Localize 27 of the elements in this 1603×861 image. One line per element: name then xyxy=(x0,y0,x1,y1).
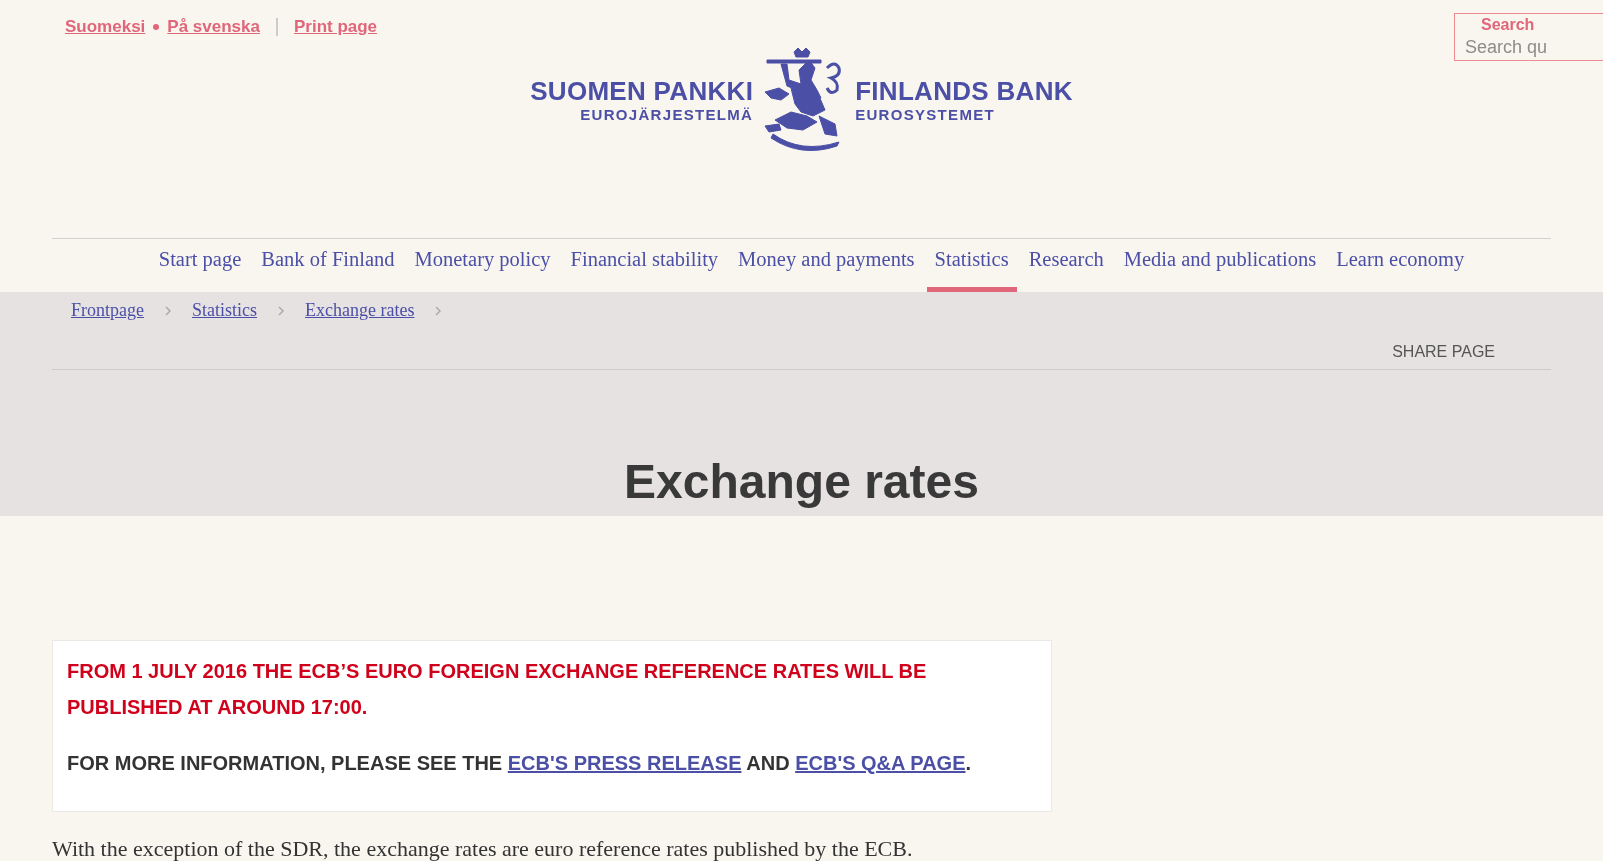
breadcrumb-link[interactable]: Frontpage xyxy=(71,300,144,321)
logo-text: SUOMEN PANKKI xyxy=(530,76,754,106)
logo-subtitle: EUROJÄRJESTELMÄ xyxy=(580,106,754,124)
chevron-right-icon xyxy=(277,305,285,316)
nav-tab[interactable]: Money and payments xyxy=(730,239,923,292)
logo-text: FINLANDS BANK xyxy=(855,76,1073,106)
search-label: Search xyxy=(1481,16,1535,34)
nav-tab[interactable]: Monetary policy xyxy=(406,239,559,292)
notice-text: FOR MORE INFORMATION, PLEASE SEE THE ECB'S PRESS RELEASE AND ECB'S Q&A PAGE. xyxy=(67,751,973,776)
share-page-link[interactable]: SHARE PAGE xyxy=(1392,343,1495,361)
bullet-separator-icon xyxy=(153,24,160,30)
chevron-right-icon xyxy=(164,305,172,316)
logo-subtitle: EUROSYSTEMET xyxy=(855,106,995,124)
nav-tab[interactable]: Bank of Finland xyxy=(253,239,403,292)
chevron-right-icon xyxy=(434,305,443,316)
intro-paragraph: With the exception of the SDR, the exchange rates are euro reference rates published by the ECB. xyxy=(52,836,914,861)
nav-tab[interactable]: Start page xyxy=(150,239,250,292)
nav-tab[interactable]: Media and publications xyxy=(1115,239,1325,292)
nav-tab[interactable]: Financial stability xyxy=(562,239,727,292)
notice-headline: FROM 1 JULY 2016 THE ECB’S EURO FOREIGN EXCHANGE REFERENCE RATES WILL BE PUBLISHED AT AROUND 17:00. xyxy=(67,659,928,720)
breadcrumb-link[interactable]: Exchange rates xyxy=(305,300,415,321)
nav-tab[interactable]: Research xyxy=(1020,239,1112,292)
notice-link[interactable]: ECB'S Q&A PAGE xyxy=(795,752,966,774)
notice-link[interactable]: ECB'S PRESS RELEASE xyxy=(507,752,742,774)
breadcrumb-link[interactable]: Statistics xyxy=(192,300,257,321)
nav-tab[interactable]: Learn economy xyxy=(1328,239,1473,292)
page-title: Exchange rates xyxy=(623,454,980,510)
